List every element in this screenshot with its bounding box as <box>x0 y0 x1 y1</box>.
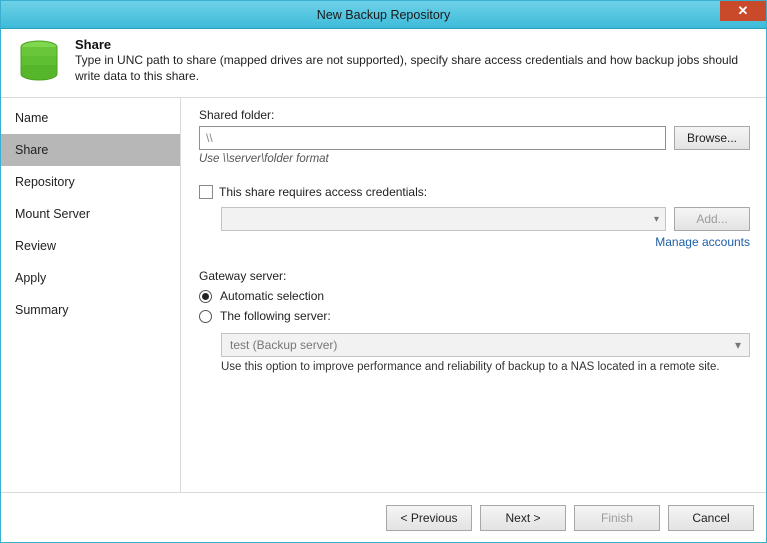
credentials-combo[interactable]: ▾ <box>221 207 666 231</box>
cancel-button[interactable]: Cancel <box>668 505 754 531</box>
sidebar-item-name[interactable]: Name <box>1 102 180 134</box>
titlebar: New Backup Repository ✕ <box>1 1 766 29</box>
gateway-following-radio[interactable] <box>199 310 212 323</box>
wizard-sidebar: Name Share Repository Mount Server Revie… <box>1 98 181 492</box>
gateway-label: Gateway server: <box>199 269 750 283</box>
page-subtitle: Type in UNC path to share (mapped drives… <box>75 52 752 84</box>
close-button[interactable]: ✕ <box>720 1 766 21</box>
sidebar-item-share[interactable]: Share <box>1 134 180 166</box>
close-icon: ✕ <box>738 3 749 19</box>
gateway-note: Use this option to improve performance a… <box>221 361 750 373</box>
gateway-server-combo-value: test (Backup server) <box>230 338 337 352</box>
gateway-server-combo[interactable]: test (Backup server) ▾ <box>221 333 750 357</box>
sidebar-item-summary[interactable]: Summary <box>1 294 180 326</box>
add-credentials-button[interactable]: Add... <box>674 207 750 231</box>
sidebar-item-repository[interactable]: Repository <box>1 166 180 198</box>
chevron-down-icon: ▾ <box>735 338 741 352</box>
body: Name Share Repository Mount Server Revie… <box>1 98 766 492</box>
database-icon <box>15 37 63 85</box>
window-title: New Backup Repository <box>317 8 450 22</box>
header-text: Share Type in UNC path to share (mapped … <box>75 37 752 85</box>
dialog-window: New Backup Repository ✕ Share Type in UN… <box>0 0 767 543</box>
header: Share Type in UNC path to share (mapped … <box>1 29 766 98</box>
credentials-checkbox-label: This share requires access credentials: <box>219 185 427 199</box>
browse-button[interactable]: Browse... <box>674 126 750 150</box>
gateway-auto-radio[interactable] <box>199 290 212 303</box>
sidebar-item-apply[interactable]: Apply <box>1 262 180 294</box>
shared-folder-label: Shared folder: <box>199 108 750 122</box>
credentials-checkbox[interactable] <box>199 185 213 199</box>
manage-accounts-link[interactable]: Manage accounts <box>221 235 750 249</box>
gateway-auto-label: Automatic selection <box>220 289 324 303</box>
sidebar-item-mount-server[interactable]: Mount Server <box>1 198 180 230</box>
content-pane: Shared folder: Browse... Use \\server\fo… <box>181 98 766 492</box>
page-title: Share <box>75 37 752 52</box>
gateway-following-label: The following server: <box>220 309 331 323</box>
footer: < Previous Next > Finish Cancel <box>1 492 766 542</box>
chevron-down-icon: ▾ <box>654 214 659 225</box>
next-button[interactable]: Next > <box>480 505 566 531</box>
previous-button[interactable]: < Previous <box>386 505 472 531</box>
sidebar-item-review[interactable]: Review <box>1 230 180 262</box>
finish-button[interactable]: Finish <box>574 505 660 531</box>
format-hint: Use \\server\folder format <box>199 153 750 165</box>
shared-folder-input[interactable] <box>199 126 666 150</box>
